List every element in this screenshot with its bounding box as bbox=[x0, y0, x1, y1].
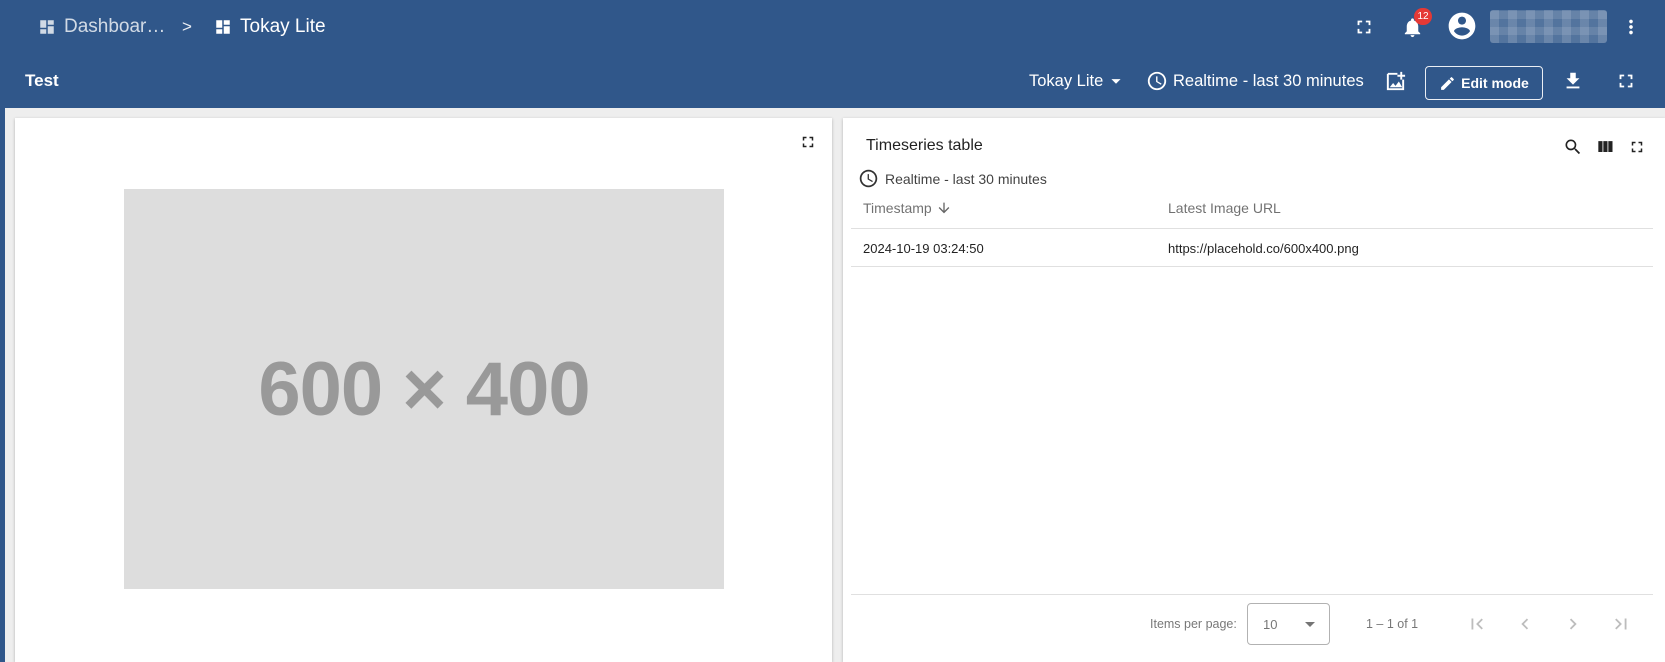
last-page-icon bbox=[1615, 618, 1627, 630]
table-cell-url: https://placehold.co/600x400.png bbox=[1168, 241, 1359, 256]
breadcrumb-dashboards[interactable]: Dashboar… bbox=[38, 0, 165, 54]
placeholder-image-text: 600 × 400 bbox=[258, 346, 590, 432]
clock-icon bbox=[859, 169, 878, 188]
fullscreen-icon bbox=[1619, 74, 1633, 88]
widget-fullscreen-button[interactable] bbox=[798, 132, 818, 152]
export-button[interactable] bbox=[1561, 69, 1585, 93]
dashboard-fullscreen-button[interactable] bbox=[1614, 69, 1638, 93]
fullscreen-icon bbox=[802, 136, 814, 148]
edit-mode-button[interactable]: Edit mode bbox=[1425, 66, 1543, 100]
table-cell-timestamp: 2024-10-19 03:24:50 bbox=[863, 241, 984, 256]
breadcrumb-label: Dashboar… bbox=[64, 16, 166, 37]
search-icon bbox=[1565, 139, 1581, 155]
breadcrumb-current: Tokay Lite bbox=[214, 0, 326, 54]
clock-icon bbox=[1147, 71, 1167, 91]
account-circle-icon bbox=[1448, 12, 1476, 40]
account-button[interactable] bbox=[1446, 10, 1478, 42]
top-bar: Dashboar… > Tokay Lite 12 bbox=[0, 0, 1665, 54]
widget-title: Timeseries table bbox=[866, 137, 983, 154]
first-page-icon bbox=[1471, 618, 1483, 630]
table-columns-button[interactable] bbox=[1594, 136, 1616, 158]
download-icon bbox=[1566, 72, 1580, 89]
dashboard-image-icon bbox=[1386, 71, 1405, 90]
column-header-timestamp[interactable]: Timestamp bbox=[863, 200, 952, 216]
arrow-drop-down-icon bbox=[1111, 79, 1121, 84]
table-fullscreen-button[interactable] bbox=[1626, 136, 1648, 158]
page-range-label: 1 – 1 of 1 bbox=[1366, 617, 1419, 631]
dashboard-toolbar: Test Tokay Lite Realtime - last 30 minut… bbox=[0, 54, 1665, 108]
first-page-button[interactable] bbox=[1465, 612, 1489, 636]
breadcrumb-label: Tokay Lite bbox=[240, 16, 326, 37]
chevron-right-icon bbox=[1569, 618, 1577, 630]
paginator-divider bbox=[851, 594, 1653, 595]
user-info-redacted[interactable] bbox=[1490, 10, 1607, 43]
pencil-icon bbox=[1441, 76, 1455, 90]
edit-mode-label: Edit mode bbox=[1461, 75, 1529, 91]
items-per-page-select[interactable]: 10 bbox=[1247, 603, 1330, 645]
state-select-label: Tokay Lite bbox=[1029, 71, 1104, 90]
fullscreen-icon bbox=[1631, 141, 1643, 153]
more-menu-button[interactable] bbox=[1619, 15, 1643, 39]
dashboard-title: Test bbox=[25, 71, 59, 90]
view-column-icon bbox=[1598, 141, 1613, 152]
notification-badge: 12 bbox=[1414, 8, 1432, 25]
dashboard-icon bbox=[216, 20, 230, 34]
caret-down-icon bbox=[1305, 622, 1315, 627]
header-divider bbox=[851, 228, 1653, 229]
row-divider bbox=[851, 266, 1653, 267]
last-page-button[interactable] bbox=[1609, 612, 1633, 636]
column-header-label: Timestamp bbox=[863, 200, 932, 216]
widget-time-window: Realtime - last 30 minutes bbox=[858, 168, 1047, 189]
column-header-latest-image-url[interactable]: Latest Image URL bbox=[1168, 200, 1281, 216]
placeholder-image: 600 × 400 bbox=[124, 189, 724, 589]
chevron-left-icon bbox=[1521, 618, 1529, 630]
column-header-label: Latest Image URL bbox=[1168, 200, 1281, 216]
items-per-page-label: Items per page: bbox=[1150, 617, 1237, 631]
widget-time-window-label: Realtime - last 30 minutes bbox=[885, 170, 1047, 187]
items-per-page-value: 10 bbox=[1263, 616, 1278, 632]
breadcrumb-separator: > bbox=[182, 17, 192, 36]
fullscreen-icon bbox=[1357, 20, 1371, 34]
state-select[interactable]: Tokay Lite bbox=[1029, 54, 1127, 108]
dashboard-icon bbox=[40, 20, 54, 34]
table-search-button[interactable] bbox=[1562, 136, 1584, 158]
arrow-down-icon bbox=[938, 202, 950, 214]
previous-page-button[interactable] bbox=[1513, 612, 1537, 636]
fullscreen-button[interactable] bbox=[1352, 15, 1376, 39]
time-window-button[interactable]: Realtime - last 30 minutes bbox=[1146, 54, 1364, 108]
dashboard-image-button[interactable] bbox=[1383, 69, 1407, 93]
more-vert-icon bbox=[1629, 19, 1633, 35]
time-window-label: Realtime - last 30 minutes bbox=[1173, 71, 1364, 90]
next-page-button[interactable] bbox=[1561, 612, 1585, 636]
